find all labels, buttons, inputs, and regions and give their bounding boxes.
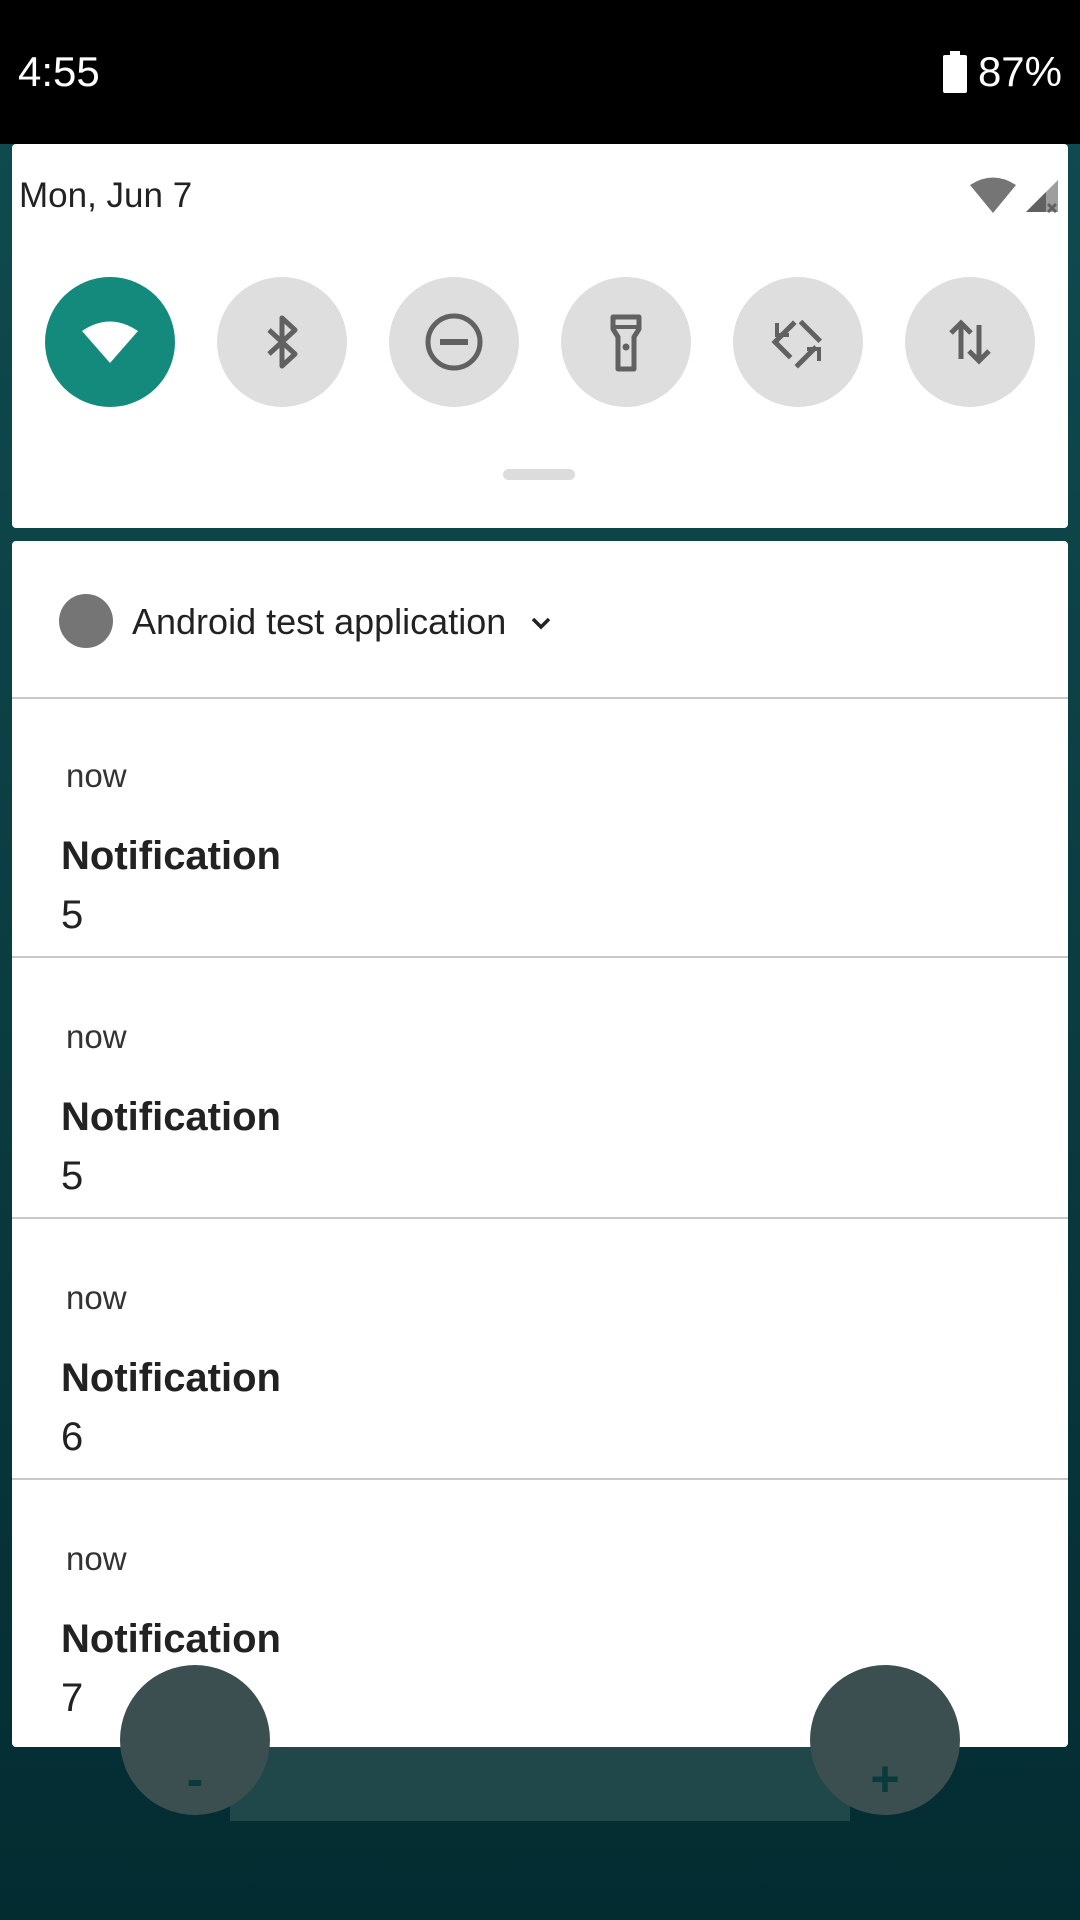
quick-settings-panel: Mon, Jun 7 [12, 144, 1068, 528]
cellular-signal-icon [1024, 176, 1060, 219]
notification-time: now [66, 757, 127, 794]
wifi-icon [968, 176, 1018, 219]
chevron-down-icon[interactable] [527, 609, 555, 637]
qs-tiles [45, 277, 1045, 409]
tile-wifi[interactable] [45, 277, 175, 407]
mobile-data-icon [949, 319, 991, 365]
tile-bluetooth[interactable] [217, 277, 347, 407]
qs-drag-handle[interactable] [503, 469, 575, 480]
notification-group-header[interactable]: Android test application [12, 541, 1068, 699]
notification-text: 7 [61, 1676, 84, 1720]
plus-button[interactable]: + [810, 1665, 960, 1815]
notification-text: 5 [61, 893, 84, 937]
minus-label: - [186, 1751, 204, 1807]
background-app: - + [0, 1665, 1080, 1920]
minus-button[interactable]: - [120, 1665, 270, 1815]
tile-flashlight[interactable] [561, 277, 691, 407]
notification-group: Android test application now Notificatio… [12, 541, 1068, 1747]
plus-label: + [870, 1751, 900, 1807]
notification-time: now [66, 1018, 127, 1055]
notification-time: now [66, 1540, 127, 1577]
notification-title: Notification [61, 1617, 281, 1661]
wifi-icon [82, 321, 138, 363]
qs-status-icons [968, 176, 1060, 219]
counter-bar [230, 1747, 850, 1821]
bluetooth-icon [267, 315, 298, 369]
status-right: 87% [942, 48, 1062, 96]
notification-title: Notification [61, 1356, 281, 1400]
app-name: Android test application [132, 601, 507, 642]
notification-title: Notification [61, 1095, 281, 1139]
notification-text: 5 [61, 1154, 84, 1198]
qs-date[interactable]: Mon, Jun 7 [19, 176, 192, 216]
notification-item[interactable]: now Notification 5 [12, 697, 1068, 958]
app-icon [59, 594, 113, 648]
notification-title: Notification [61, 834, 281, 878]
tile-do-not-disturb[interactable] [389, 277, 519, 407]
notification-text: 6 [61, 1415, 84, 1459]
flashlight-icon [610, 314, 642, 372]
status-time: 4:55 [18, 48, 100, 95]
status-bar: 4:55 87% [0, 0, 1080, 144]
do-not-disturb-icon [425, 313, 483, 371]
notification-item[interactable]: now Notification 6 [12, 1219, 1068, 1480]
notification-time: now [66, 1279, 127, 1316]
auto-rotate-icon [771, 315, 825, 369]
tile-mobile-data[interactable] [905, 277, 1035, 407]
battery-percent: 87% [977, 48, 1062, 95]
notification-item[interactable]: now Notification 5 [12, 958, 1068, 1219]
tile-auto-rotate[interactable] [733, 277, 863, 407]
battery-icon [942, 51, 968, 93]
